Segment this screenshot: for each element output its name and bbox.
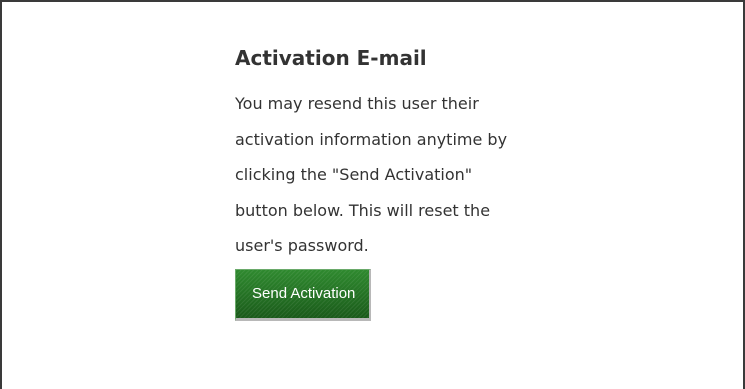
section-description: You may resend this user their activatio…	[235, 94, 508, 255]
send-activation-button[interactable]: Send Activation	[235, 268, 372, 321]
activation-email-panel: Activation E-mail You may resend this us…	[235, 38, 655, 321]
activation-email-frame: Activation E-mail You may resend this us…	[0, 0, 745, 389]
section-title: Activation E-mail	[235, 46, 427, 70]
